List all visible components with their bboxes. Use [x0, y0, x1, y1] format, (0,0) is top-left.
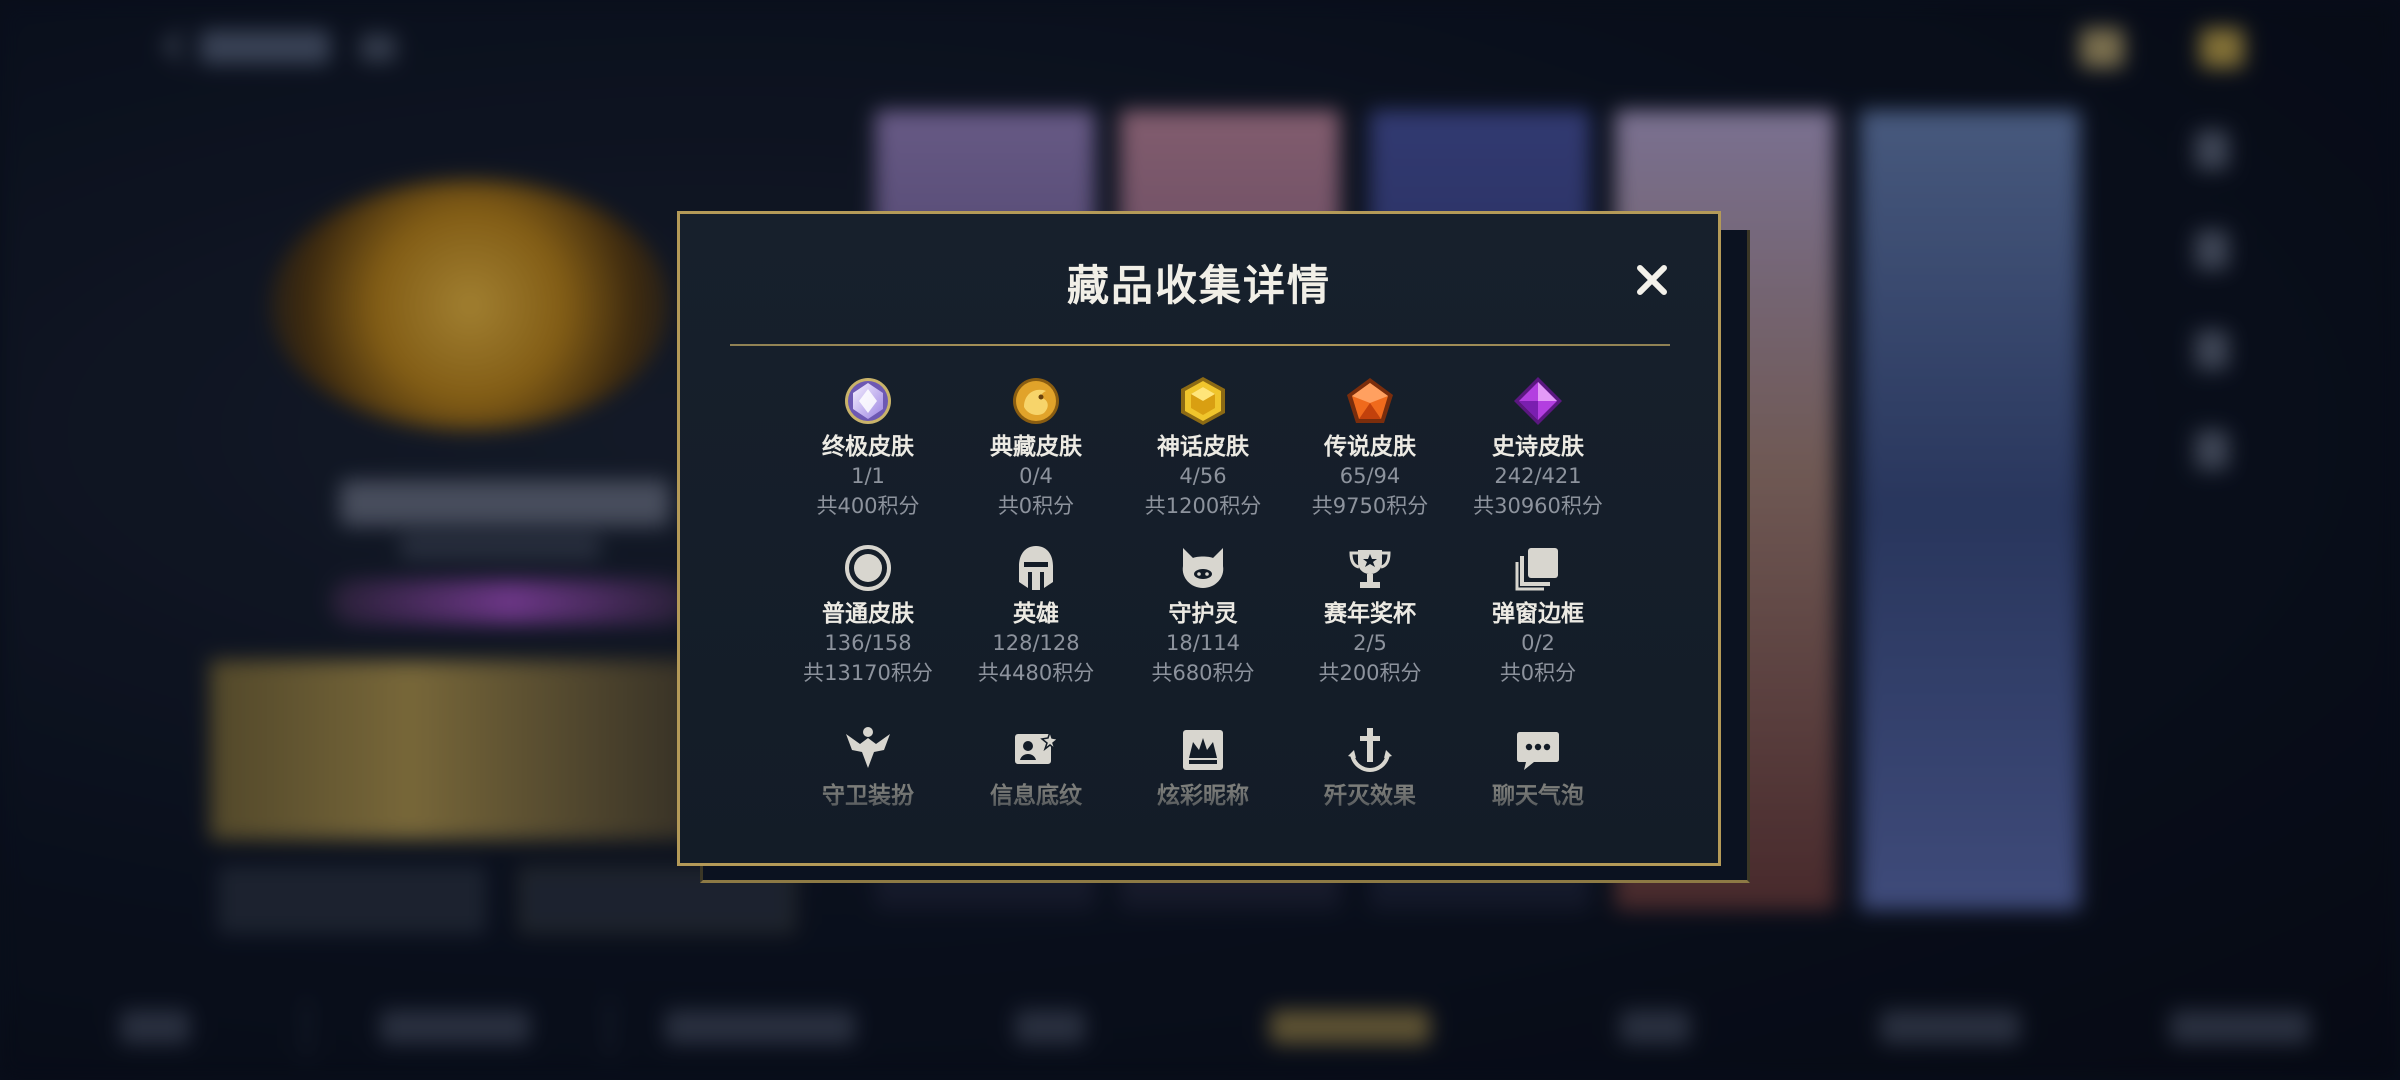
item-count: 136/158: [824, 631, 912, 655]
item-label: 炫彩昵称: [1157, 783, 1249, 809]
item-label: 史诗皮肤: [1492, 434, 1584, 460]
kill-effect-icon: [1348, 728, 1392, 773]
collection-item-hero[interactable]: 英雄 128/128 共4480积分: [966, 542, 1106, 688]
collection-item-season-trophy[interactable]: 赛年奖杯 2/5 共200积分: [1300, 542, 1440, 688]
collection-grid: 终极皮肤 1/1 共400积分 典藏皮肤 0/4 共0积分 神话皮肤 4/56 …: [680, 214, 1718, 863]
item-label: 终极皮肤: [822, 434, 914, 460]
item-points: 共0积分: [997, 494, 1075, 518]
collection-item-ultimate-skin[interactable]: 终极皮肤 1/1 共400积分: [798, 375, 938, 521]
item-count: 0/4: [1019, 464, 1053, 488]
item-points: 共400积分: [816, 494, 920, 518]
item-label: 英雄: [1013, 601, 1059, 627]
item-points: 共680积分: [1151, 661, 1255, 685]
item-points: 共0积分: [1499, 661, 1577, 685]
hero-helmet-icon: [1019, 546, 1053, 590]
item-points: 共1200积分: [1144, 494, 1262, 518]
guardian-spirit-icon: [1182, 548, 1224, 588]
item-count: 242/421: [1494, 464, 1582, 488]
item-points: 共200积分: [1318, 661, 1422, 685]
collection-item-kill-effect[interactable]: 歼灭效果: [1300, 724, 1440, 810]
item-label: 神话皮肤: [1157, 434, 1249, 460]
collection-item-normal-skin[interactable]: 普通皮肤 136/158 共13170积分: [798, 542, 938, 688]
collection-item-mythic-skin[interactable]: 神话皮肤 4/56 共1200积分: [1133, 375, 1273, 521]
item-label: 守卫装扮: [822, 783, 914, 809]
item-label: 普通皮肤: [822, 601, 914, 627]
collection-details-dialog: 藏品收集详情 终极皮肤 1/1 共400积分 典藏皮肤 0/4 共0积分 神话皮…: [677, 211, 1721, 866]
item-points: 共13170积分: [803, 661, 933, 685]
collection-skin-icon: [1013, 378, 1059, 424]
item-label: 守护灵: [1168, 601, 1238, 627]
normal-skin-icon: [845, 545, 891, 591]
item-label: 信息底纹: [990, 783, 1082, 809]
collection-item-epic-skin[interactable]: 史诗皮肤 242/421 共30960积分: [1468, 375, 1608, 521]
collection-item-chat-bubble[interactable]: 聊天气泡: [1468, 724, 1608, 810]
item-points: 共9750积分: [1311, 494, 1429, 518]
item-label: 弹窗边框: [1492, 601, 1584, 627]
item-count: 65/94: [1339, 464, 1401, 488]
collection-item-popup-frame[interactable]: 弹窗边框 0/2 共0积分: [1468, 542, 1608, 688]
item-label: 典藏皮肤: [990, 434, 1082, 460]
mythic-skin-icon: [1181, 377, 1225, 425]
colorful-nickname-icon: [1183, 730, 1223, 770]
ultimate-skin-icon: [845, 378, 891, 424]
item-count: 2/5: [1353, 631, 1387, 655]
screen: 藏品收集详情 终极皮肤 1/1 共400积分 典藏皮肤 0/4 共0积分 神话皮…: [0, 0, 2400, 1080]
popup-frame-icon: [1515, 548, 1558, 591]
item-label: 歼灭效果: [1324, 783, 1416, 809]
chat-bubble-icon: [1517, 732, 1559, 770]
item-points: 共30960积分: [1473, 494, 1603, 518]
item-count: 128/128: [992, 631, 1080, 655]
collection-item-legendary-skin[interactable]: 传说皮肤 65/94 共9750积分: [1300, 375, 1440, 521]
collection-item-colorful-nickname[interactable]: 炫彩昵称: [1133, 724, 1273, 810]
item-label: 赛年奖杯: [1324, 601, 1416, 627]
item-count: 0/2: [1521, 631, 1555, 655]
item-count: 1/1: [851, 464, 885, 488]
item-count: 4/56: [1179, 464, 1227, 488]
item-points: 共4480积分: [977, 661, 1095, 685]
collection-item-guard-outfit[interactable]: 守卫装扮: [798, 724, 938, 810]
epic-skin-icon: [1514, 377, 1562, 425]
legendary-skin-icon: [1347, 378, 1393, 423]
item-label: 传说皮肤: [1324, 434, 1416, 460]
info-background-icon: [1015, 729, 1060, 764]
collection-item-collection-skin[interactable]: 典藏皮肤 0/4 共0积分: [966, 375, 1106, 521]
collection-item-guardian-spirit[interactable]: 守护灵 18/114 共680积分: [1133, 542, 1273, 688]
item-count: 18/114: [1166, 631, 1240, 655]
trophy-icon: [1349, 550, 1391, 588]
item-label: 聊天气泡: [1492, 783, 1584, 809]
guard-outfit-icon: [846, 727, 890, 768]
collection-item-info-background[interactable]: 信息底纹: [966, 724, 1106, 810]
